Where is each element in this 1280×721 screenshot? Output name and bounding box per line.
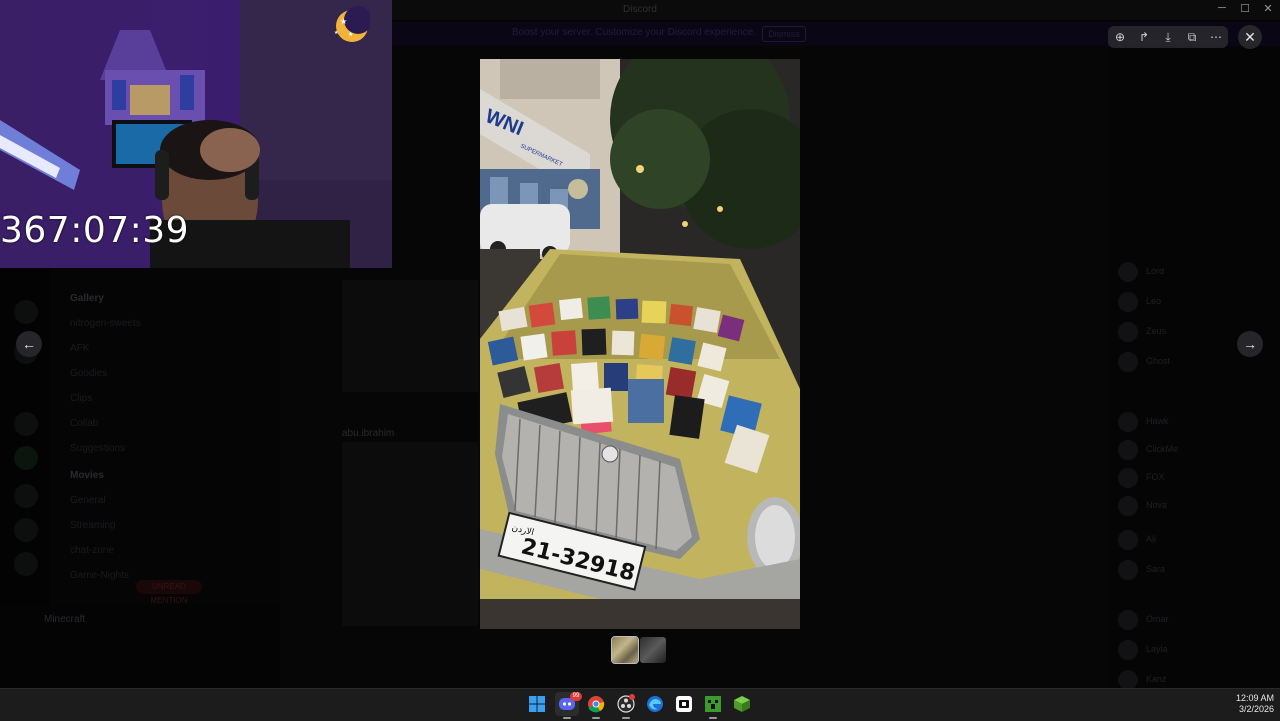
discord-notification-badge: 99 — [570, 692, 582, 701]
channel-item[interactable]: Collab — [70, 418, 98, 429]
member-name: Omar — [1146, 614, 1169, 624]
lightbox-image[interactable]: WNI SUPERMARKET الاردن 21-32918 — [480, 59, 800, 629]
maximize-button[interactable]: ☐ — [1235, 2, 1255, 15]
message-author[interactable]: abu.ibrahim — [342, 428, 394, 439]
lightbox-close-button[interactable]: ✕ — [1238, 25, 1262, 49]
member-item[interactable]: Hawk — [1118, 412, 1268, 432]
member-name: Layla — [1146, 644, 1168, 654]
previous-image-button[interactable]: ← — [16, 331, 42, 357]
chrome-icon[interactable] — [584, 692, 608, 719]
window-title: Discord — [623, 4, 657, 15]
chat-image[interactable] — [342, 442, 478, 626]
obs-icon[interactable] — [614, 692, 638, 719]
avatar — [1118, 530, 1138, 550]
channel-item[interactable]: Gallery — [70, 293, 104, 304]
server-icon[interactable] — [14, 412, 38, 436]
avatar — [1118, 262, 1138, 282]
window-close-button[interactable]: ✕ — [1258, 2, 1278, 15]
unread-mention-badge[interactable]: UNREAD MENTION — [136, 580, 202, 605]
member-name: Leo — [1146, 296, 1162, 306]
edge-icon[interactable] — [643, 692, 667, 716]
svg-text:★: ★ — [348, 31, 353, 38]
member-name: ClickMe — [1146, 444, 1179, 454]
channel-item[interactable]: nitrogen-sweets — [70, 318, 141, 329]
stream-timer: 367:07:39 — [0, 210, 190, 251]
avatar — [1118, 292, 1138, 312]
capcut-icon[interactable] — [672, 692, 696, 716]
channel-item[interactable]: Suggestions — [70, 443, 125, 454]
chat-image[interactable] — [342, 280, 478, 392]
avatar — [1118, 496, 1138, 516]
server-icon[interactable] — [14, 484, 38, 508]
member-item[interactable]: Leo — [1118, 292, 1268, 312]
member-name: Hawk — [1146, 416, 1169, 426]
avatar — [1118, 412, 1138, 432]
clock-time: 12:09 AM — [1235, 693, 1274, 703]
launcher-icon[interactable] — [730, 692, 754, 716]
start-icon[interactable] — [525, 692, 549, 716]
server-icon[interactable] — [14, 552, 38, 576]
member-name: Lord — [1146, 266, 1165, 276]
channel-item[interactable]: Goodies — [70, 368, 107, 379]
banner-text: Boost your server. Customize your Discor… — [512, 27, 756, 38]
open-external-icon[interactable]: ⧉ — [1181, 26, 1203, 48]
member-name: Nova — [1146, 500, 1168, 510]
member-item[interactable]: FOX — [1118, 468, 1268, 488]
forward-icon[interactable]: ↱ — [1133, 26, 1155, 48]
user-panel-name[interactable]: Minecraft — [44, 614, 85, 625]
member-item[interactable]: Nova — [1118, 496, 1268, 516]
channel-item[interactable]: Clips — [70, 393, 92, 404]
avatar — [1118, 610, 1138, 630]
avatar — [1118, 352, 1138, 372]
server-icon[interactable] — [14, 446, 38, 470]
minimize-button[interactable]: ─ — [1212, 2, 1232, 14]
channel-item[interactable]: Streaming — [70, 520, 116, 531]
avatar — [1118, 560, 1138, 580]
member-name: Ali — [1146, 534, 1157, 544]
avatar — [1118, 640, 1138, 660]
member-name: Zeus — [1146, 326, 1167, 336]
channel-item[interactable]: Game-Nights — [70, 570, 129, 581]
svg-text:★: ★ — [340, 17, 347, 26]
download-icon[interactable]: ⤓ — [1157, 26, 1179, 48]
member-item[interactable]: Lord — [1118, 262, 1268, 282]
member-name: Sara — [1146, 564, 1166, 574]
thumbnail-1[interactable] — [611, 636, 639, 664]
channel-item[interactable]: General — [70, 495, 106, 506]
member-name: FOX — [1146, 472, 1165, 482]
member-item[interactable]: Omar — [1118, 610, 1268, 630]
thumbnail-2[interactable] — [640, 637, 666, 663]
member-item[interactable]: Ali — [1118, 530, 1268, 550]
channel-item[interactable]: chat-zone — [70, 545, 114, 556]
member-name: Ghost — [1146, 356, 1171, 366]
banner-dismiss-button[interactable]: Dismiss — [762, 26, 806, 42]
user-panel — [0, 606, 280, 688]
avatar — [1118, 468, 1138, 488]
clock-date: 3/2/2026 — [1238, 704, 1274, 714]
minecraft-icon[interactable] — [701, 692, 725, 719]
member-item[interactable]: ClickMe — [1118, 440, 1268, 460]
member-item[interactable]: Sara — [1118, 560, 1268, 580]
member-item[interactable]: Kanz — [1118, 670, 1268, 690]
avatar — [1118, 322, 1138, 342]
server-icon[interactable] — [14, 518, 38, 542]
svg-text:★: ★ — [334, 30, 339, 36]
avatar — [1118, 440, 1138, 460]
webcam-overlay: ★ ★ ★ 367:07:39 — [0, 0, 392, 268]
next-image-button[interactable]: → — [1237, 331, 1263, 357]
system-clock[interactable]: 12:09 AM 3/2/2026 — [1214, 693, 1274, 715]
channel-item[interactable]: AFK — [70, 343, 89, 354]
avatar — [1118, 670, 1138, 690]
zoom-icon[interactable]: ⊕ — [1109, 26, 1131, 48]
member-item[interactable]: Layla — [1118, 640, 1268, 660]
member-name: Kanz — [1146, 674, 1167, 684]
car-books-photo: WNI SUPERMARKET الاردن 21-32918 — [480, 59, 800, 629]
channel-item[interactable]: Movies — [70, 470, 104, 481]
server-icon[interactable] — [14, 300, 38, 324]
taskbar — [0, 688, 1280, 721]
more-options-icon[interactable]: ⋯ — [1205, 26, 1227, 48]
crescent-moon-icon: ★ ★ ★ — [330, 4, 372, 49]
